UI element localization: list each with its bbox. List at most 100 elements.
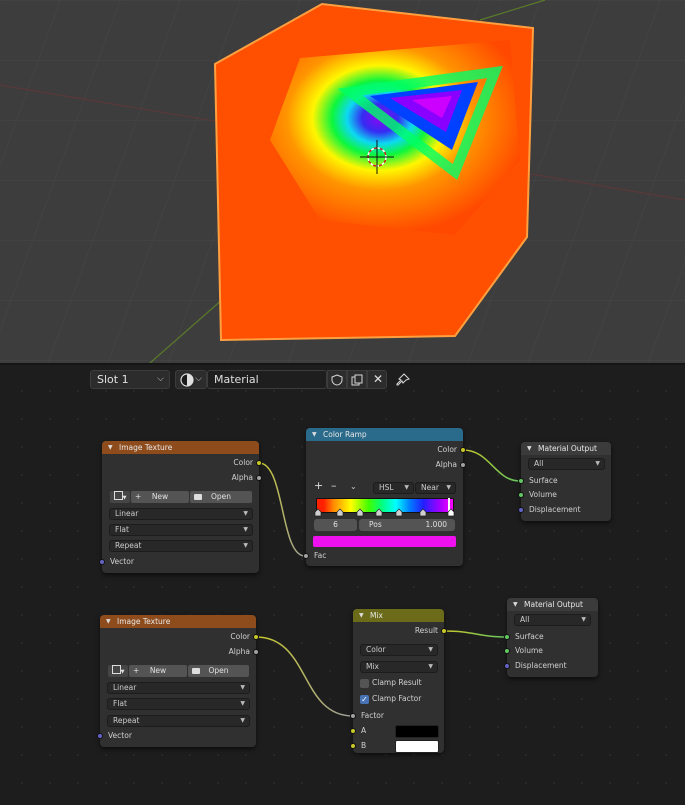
node-header[interactable]: ▼ Material Output	[507, 598, 598, 611]
projection-dropdown[interactable]: Flat ▼	[107, 698, 250, 710]
interpolation-dropdown[interactable]: Linear ▼	[109, 508, 253, 520]
chevron-down-icon: ▼	[240, 717, 245, 724]
link-texture-to-mix	[255, 636, 354, 717]
node-header[interactable]: ▼ Image Texture	[102, 441, 259, 454]
ramp-stops[interactable]	[311, 508, 461, 518]
input-vector-socket[interactable]	[99, 559, 105, 565]
input-a-socket[interactable]	[350, 728, 356, 734]
color-mode-dropdown[interactable]: HSL ▼	[373, 482, 414, 494]
node-title: Mix	[370, 611, 383, 620]
new-image-button[interactable]: + New	[131, 491, 189, 503]
chevron-down-icon: ▼	[428, 663, 433, 670]
input-factor-label: Factor	[361, 711, 384, 720]
node-title: Color Ramp	[323, 430, 367, 439]
browse-image-button[interactable]: ▼	[110, 491, 130, 503]
chevron-down-icon: ▼	[243, 510, 248, 517]
material-name: Material	[214, 373, 259, 386]
material-output-node[interactable]: ▼ Material Output All ▼ Surface Volume Di…	[518, 442, 611, 521]
chevron-down-icon[interactable]: ▼	[312, 428, 317, 441]
link-mix-to-output	[443, 630, 508, 638]
output-color-socket[interactable]	[460, 447, 466, 453]
input-surface-label: Surface	[515, 632, 544, 641]
plus-icon: +	[133, 666, 140, 675]
open-image-button[interactable]: Open	[188, 665, 249, 677]
browse-image-button[interactable]: ▼	[108, 665, 128, 677]
output-alpha-socket[interactable]	[460, 462, 466, 468]
output-result-socket[interactable]	[441, 628, 447, 634]
clamp-result-checkbox[interactable]	[360, 679, 369, 688]
unlink-material-button[interactable]: ✕	[367, 370, 387, 389]
target-dropdown[interactable]: All ▼	[528, 458, 605, 470]
ramp-menu-button[interactable]: ⌄	[350, 482, 357, 491]
output-alpha-socket[interactable]	[253, 649, 259, 655]
input-volume-socket[interactable]	[518, 492, 524, 498]
position-field[interactable]: Pos 1.000	[359, 519, 455, 531]
input-vector-label: Vector	[108, 731, 132, 740]
interpolation-dropdown[interactable]: Linear ▼	[107, 682, 250, 694]
extension-dropdown[interactable]: Repeat ▼	[109, 540, 253, 552]
node-header[interactable]: ▼ Image Texture	[100, 615, 256, 628]
input-b-socket[interactable]	[350, 743, 356, 749]
image-texture-node[interactable]: ▼ Image Texture Color Alpha ▼ + New Open…	[99, 441, 262, 573]
node-title: Material Output	[524, 600, 583, 609]
close-icon: ✕	[373, 372, 384, 386]
output-alpha-socket[interactable]	[256, 475, 262, 481]
input-surface-socket[interactable]	[504, 634, 510, 640]
chevron-down-icon: ▼	[404, 484, 409, 491]
stop-color-swatch[interactable]	[313, 536, 456, 547]
fake-user-button[interactable]	[327, 370, 347, 389]
a-color-swatch[interactable]	[395, 725, 439, 738]
input-volume-socket[interactable]	[504, 648, 510, 654]
3d-viewport[interactable]	[0, 0, 685, 363]
target-dropdown[interactable]: All ▼	[514, 614, 591, 626]
node-header[interactable]: ▼ Material Output	[521, 442, 611, 455]
cube[interactable]	[213, 2, 535, 342]
mix-node[interactable]: ▼ Mix Result Color ▼ Mix ▼ Clamp Result ✓ …	[350, 609, 447, 753]
add-stop-button[interactable]: +	[314, 479, 323, 492]
stop-index-field[interactable]: 6	[314, 519, 357, 531]
input-displacement-socket[interactable]	[504, 663, 510, 669]
b-color-swatch[interactable]	[395, 740, 439, 753]
input-vector-socket[interactable]	[97, 733, 103, 739]
slot-selector[interactable]: Slot 1 ⌵	[90, 370, 170, 389]
new-image-button[interactable]: + New	[129, 665, 187, 677]
pin-button[interactable]	[394, 370, 412, 389]
output-color-label: Color	[230, 632, 250, 641]
chevron-down-icon[interactable]: ▼	[108, 441, 113, 454]
chevron-down-icon: ⌵	[195, 374, 202, 384]
browse-material-button[interactable]: ⌵	[175, 370, 207, 389]
node-header[interactable]: ▼ Color Ramp	[306, 428, 463, 441]
chevron-down-icon[interactable]: ▼	[527, 442, 532, 455]
copy-icon	[351, 374, 363, 386]
output-color-socket[interactable]	[256, 460, 262, 466]
input-surface-socket[interactable]	[518, 478, 524, 484]
color-ramp-node[interactable]: ▼ Color Ramp Color Alpha + – ⌄ HSL ▼ Near…	[303, 428, 466, 566]
input-factor-socket[interactable]	[350, 713, 356, 719]
chevron-down-icon: ▼	[446, 484, 451, 491]
chevron-down-icon[interactable]: ▼	[106, 615, 111, 628]
blend-mode-dropdown[interactable]: Mix ▼	[360, 661, 438, 673]
data-type-dropdown[interactable]: Color ▼	[360, 644, 438, 656]
chevron-down-icon[interactable]: ▼	[359, 609, 364, 622]
remove-stop-button[interactable]: –	[331, 479, 337, 492]
output-alpha-label: Alpha	[228, 647, 250, 656]
extension-dropdown[interactable]: Repeat ▼	[107, 715, 250, 727]
projection-dropdown[interactable]: Flat ▼	[109, 524, 253, 536]
chevron-down-icon: ▼	[595, 460, 600, 467]
interpolation-dropdown[interactable]: Near ▼	[415, 482, 456, 494]
duplicate-material-button[interactable]	[347, 370, 367, 389]
node-header[interactable]: ▼ Mix	[353, 609, 444, 622]
input-fac-socket[interactable]	[303, 553, 309, 559]
node-editor[interactable]: Slot 1 ⌵ ⌵ Material ✕ ▼ Image Texture Co…	[0, 365, 685, 805]
clamp-factor-checkbox[interactable]: ✓	[360, 695, 369, 704]
input-displacement-socket[interactable]	[518, 507, 524, 513]
input-b-label: B	[361, 741, 367, 750]
material-output-node[interactable]: ▼ Material Output All ▼ Surface Volume Di…	[504, 598, 598, 677]
chevron-down-icon[interactable]: ▼	[513, 598, 518, 611]
image-texture-node[interactable]: ▼ Image Texture Color Alpha ▼ + New Open…	[97, 615, 259, 747]
folder-icon	[192, 668, 200, 674]
link-texture-to-ramp	[258, 462, 306, 557]
material-name-field[interactable]: Material	[207, 370, 327, 389]
open-image-button[interactable]: Open	[190, 491, 252, 503]
output-color-socket[interactable]	[253, 634, 259, 640]
